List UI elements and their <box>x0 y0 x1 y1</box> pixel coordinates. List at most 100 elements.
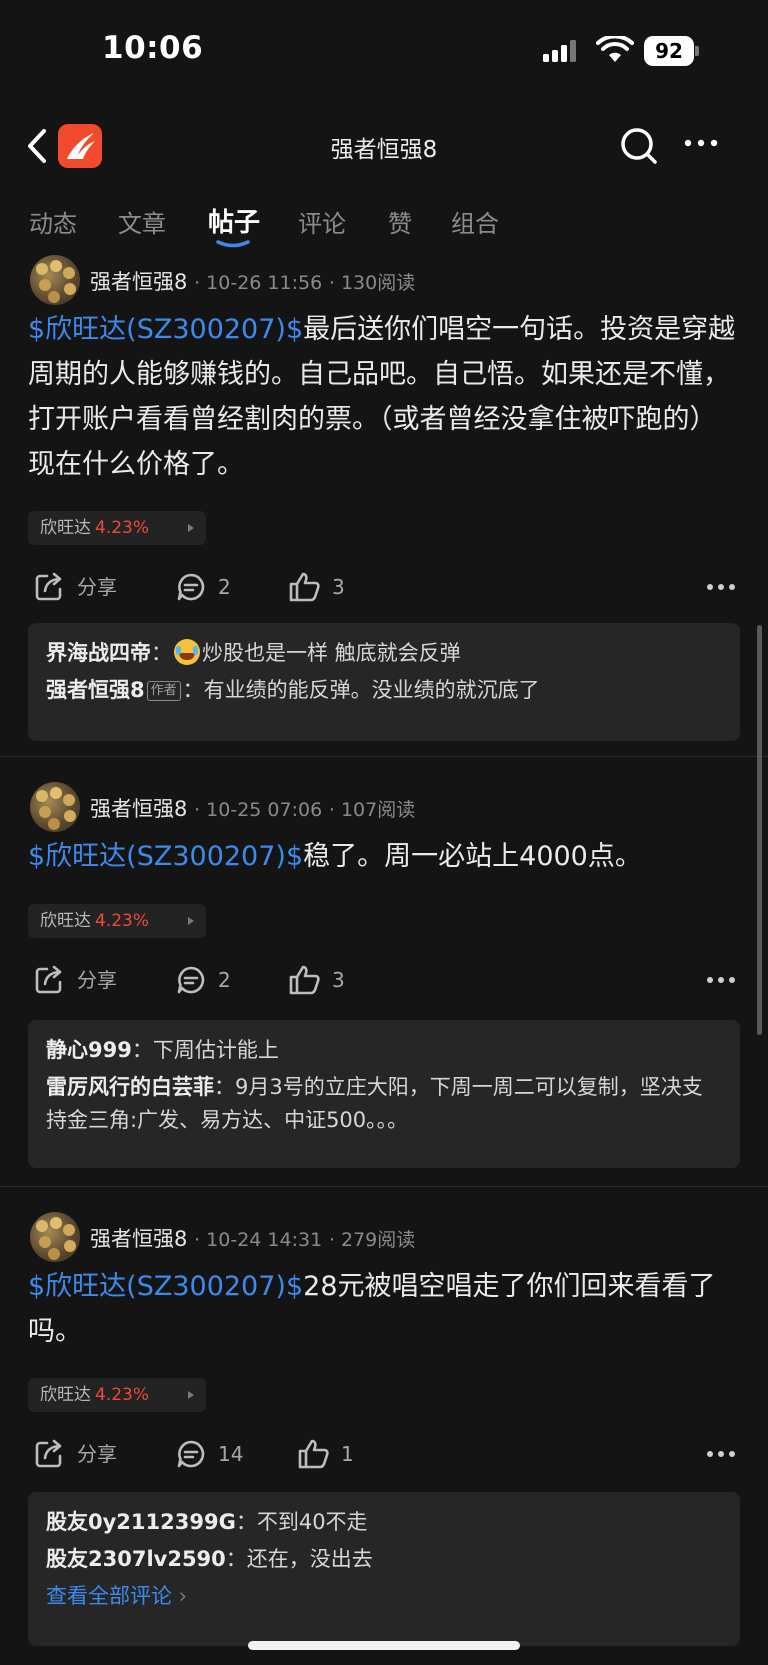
home-indicator[interactable] <box>248 1641 520 1650</box>
post-datetime: 10-25 07:06 <box>206 799 323 821</box>
tab-portfolios[interactable]: 组合 <box>451 204 499 239</box>
post-author[interactable]: 强者恒强8 <box>90 270 187 294</box>
chevron-right-icon <box>188 524 194 532</box>
see-all-comments-link[interactable]: 查看全部评论 › <box>46 1580 722 1613</box>
stock-tag-name: 欣旺达 <box>40 518 91 538</box>
share-button[interactable]: 分享 <box>33 1434 123 1474</box>
emoji-laugh-icon <box>174 639 200 665</box>
share-label: 分享 <box>77 968 117 992</box>
like-icon <box>289 965 320 995</box>
comment-user[interactable]: 股友2307lv2590 <box>46 1547 226 1571</box>
comment-count: 2 <box>218 968 231 992</box>
scrollbar[interactable] <box>757 625 762 1035</box>
comment-user[interactable]: 静心999 <box>46 1038 132 1062</box>
comment-button[interactable]: 2 <box>175 567 245 607</box>
post-more-icon[interactable] <box>706 976 736 984</box>
comment-text: 下周估计能上 <box>152 1038 279 1062</box>
post-content[interactable]: $欣旺达(SZ300207)$稳了。周一必站上4000点。 <box>28 834 740 879</box>
comment-text: 有业绩的能反弹。没业绩的就沉底了 <box>203 678 540 702</box>
post-more-icon[interactable] <box>706 583 736 591</box>
battery-icon: 92 <box>644 36 700 66</box>
avatar[interactable] <box>30 255 80 305</box>
comment-text: 不到40不走 <box>256 1510 368 1534</box>
comment-icon <box>177 1440 205 1468</box>
stock-link[interactable]: $欣旺达(SZ300207)$ <box>28 314 303 345</box>
post-datetime: 10-26 11:56 <box>206 272 323 294</box>
share-button[interactable]: 分享 <box>33 960 123 1000</box>
active-tab-indicator <box>216 240 250 248</box>
nav-bar: 强者恒强8 <box>0 110 768 180</box>
share-icon <box>35 965 62 994</box>
divider <box>0 1186 768 1187</box>
like-icon <box>289 572 320 602</box>
comment-text: 还在，没出去 <box>246 1547 373 1571</box>
wifi-icon <box>596 36 634 62</box>
like-icon <box>298 1439 329 1469</box>
comment-user[interactable]: 股友0y2112399G <box>46 1510 236 1534</box>
comment-count: 14 <box>218 1442 244 1466</box>
post-meta: 强者恒强8 · 10-25 07:06 · 107阅读 <box>90 797 416 821</box>
comment-button[interactable]: 2 <box>175 960 245 1000</box>
like-button[interactable]: 1 <box>297 1434 367 1474</box>
post-text: 稳了。周一必站上4000点。 <box>303 841 642 872</box>
comment-button[interactable]: 14 <box>175 1434 245 1474</box>
share-icon <box>35 572 62 601</box>
stock-tag[interactable]: 欣旺达 4.23% <box>28 511 206 545</box>
share-label: 分享 <box>77 1442 117 1466</box>
post-reads: 107阅读 <box>340 799 416 821</box>
post-content[interactable]: $欣旺达(SZ300207)$28元被唱空唱走了你们回来看看了吗。 <box>28 1264 740 1354</box>
tab-articles[interactable]: 文章 <box>118 204 166 239</box>
more-icon[interactable] <box>683 138 719 148</box>
stock-tag-name: 欣旺达 <box>40 1385 91 1405</box>
stock-link[interactable]: $欣旺达(SZ300207)$ <box>28 841 303 872</box>
search-icon[interactable] <box>619 126 659 166</box>
status-time: 10:06 <box>102 30 204 66</box>
avatar[interactable] <box>30 782 80 832</box>
status-bar: 10:06 92 <box>0 0 768 100</box>
comment-user[interactable]: 雷厉风行的白芸菲 <box>46 1075 214 1099</box>
avatar[interactable] <box>30 1212 80 1262</box>
post-author[interactable]: 强者恒强8 <box>90 797 187 821</box>
comment-user[interactable]: 强者恒强8 <box>46 678 145 702</box>
stock-tag-change: 4.23% <box>95 1385 150 1405</box>
comment-icon <box>177 966 205 994</box>
stock-tag-name: 欣旺达 <box>40 911 91 931</box>
share-label: 分享 <box>77 575 117 599</box>
stock-tag-change: 4.23% <box>95 911 150 931</box>
tab-posts[interactable]: 帖子 <box>208 202 260 239</box>
tab-comments[interactable]: 评论 <box>298 204 346 239</box>
like-count: 3 <box>332 968 345 992</box>
post-reads: 130阅读 <box>340 272 416 294</box>
stock-tag[interactable]: 欣旺达 4.23% <box>28 1378 206 1412</box>
post-actions: 分享 2 3 <box>0 960 768 1000</box>
post-datetime: 10-24 14:31 <box>206 1229 323 1251</box>
comment-item: 股友0y2112399G：不到40不走 <box>46 1510 368 1534</box>
comment-preview[interactable]: 股友0y2112399G：不到40不走 股友2307lv2590：还在，没出去 … <box>28 1492 740 1646</box>
see-all-label: 查看全部评论 <box>46 1584 172 1608</box>
post-meta: 强者恒强8 · 10-26 11:56 · 130阅读 <box>90 270 416 294</box>
like-button[interactable]: 3 <box>288 567 358 607</box>
share-icon <box>35 1439 62 1468</box>
comment-item: 界海战四帝： 炒股也是一样 触底就会反弹 <box>46 639 461 665</box>
comment-count: 2 <box>218 575 231 599</box>
share-button[interactable]: 分享 <box>33 567 123 607</box>
post-content[interactable]: $欣旺达(SZ300207)$最后送你们唱空一句话。投资是穿越周期的人能够赚钱的… <box>28 307 740 487</box>
tab-likes[interactable]: 赞 <box>388 204 412 239</box>
chevron-right-icon <box>188 1391 194 1399</box>
post-more-icon[interactable] <box>706 1450 736 1458</box>
like-button[interactable]: 3 <box>288 960 358 1000</box>
stock-link[interactable]: $欣旺达(SZ300207)$ <box>28 1271 303 1302</box>
comment-user[interactable]: 界海战四帝 <box>46 641 151 665</box>
like-count: 1 <box>341 1442 354 1466</box>
comment-preview[interactable]: 界海战四帝： 炒股也是一样 触底就会反弹 强者恒强8 作者 ：有业绩的能反弹。没业绩的… <box>28 623 740 741</box>
post-reads: 279阅读 <box>340 1229 416 1251</box>
comment-item: 股友2307lv2590：还在，没出去 <box>46 1547 373 1571</box>
comment-preview[interactable]: 静心999：下周估计能上 雷厉风行的白芸菲：9月3号的立庄大阳，下周一周二可以复… <box>28 1020 740 1168</box>
cellular-signal-icon <box>543 40 579 62</box>
stock-tag[interactable]: 欣旺达 4.23% <box>28 904 206 938</box>
post-author[interactable]: 强者恒强8 <box>90 1227 187 1251</box>
comment-item: 强者恒强8 作者 ：有业绩的能反弹。没业绩的就沉底了 <box>46 678 540 702</box>
profile-tabs: 动态 文章 帖子 评论 赞 组合 <box>0 198 768 248</box>
chevron-right-icon: › <box>172 1584 188 1608</box>
tab-dynamics[interactable]: 动态 <box>29 204 77 239</box>
